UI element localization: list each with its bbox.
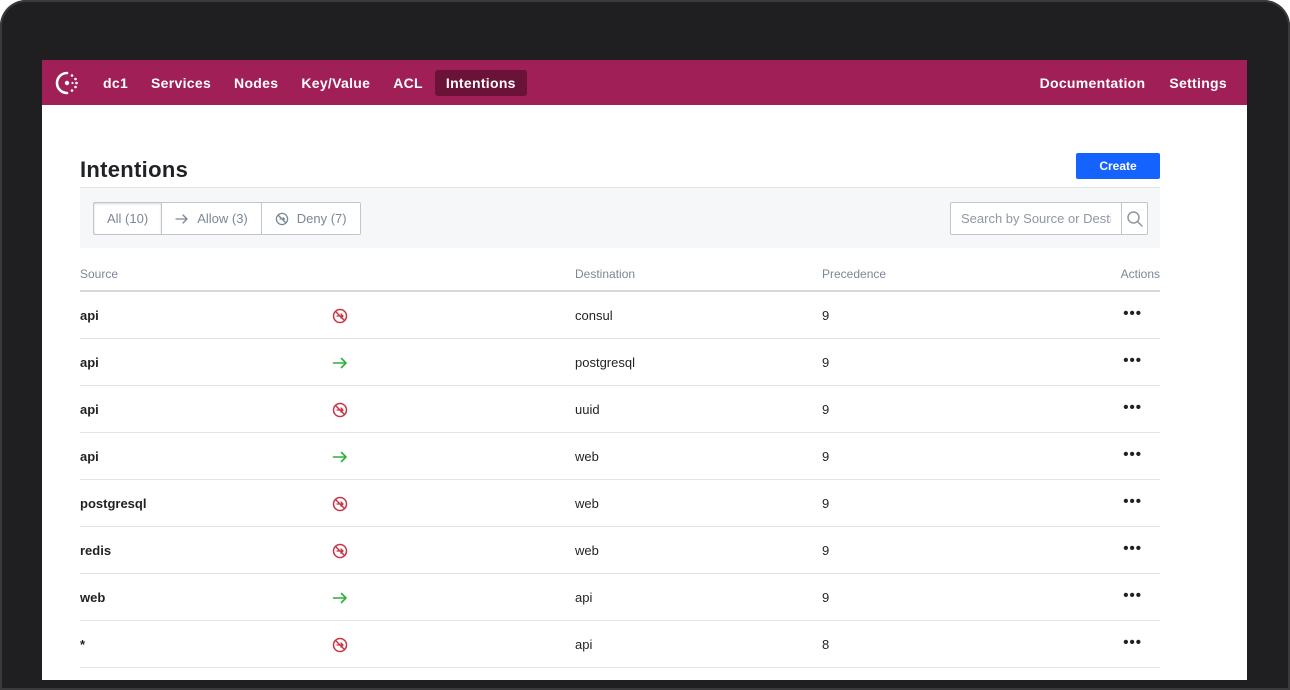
nav-item-services[interactable]: Services xyxy=(140,70,222,96)
table-row[interactable]: api postgresql 9 ••• xyxy=(80,339,1160,386)
row-source: * xyxy=(80,637,86,652)
row-precedence: 9 xyxy=(822,355,830,370)
table-row[interactable]: api web 9 ••• xyxy=(80,433,1160,480)
row-source: api xyxy=(80,355,99,370)
create-button[interactable]: Create xyxy=(1076,153,1160,179)
deny-icon xyxy=(275,212,289,226)
row-precedence: 9 xyxy=(822,449,830,464)
app-screen: dc1 Services Nodes Key/Value ACL Intenti… xyxy=(42,60,1247,680)
row-source: api xyxy=(80,402,99,417)
deny-icon xyxy=(332,543,348,559)
table-row[interactable]: web api 9 ••• xyxy=(80,574,1160,621)
header-actions: Actions xyxy=(1120,267,1160,281)
nav-item-nodes[interactable]: Nodes xyxy=(223,70,289,96)
table-row[interactable]: postgresql web 9 ••• xyxy=(80,480,1160,527)
nav-item-settings[interactable]: Settings xyxy=(1158,70,1238,96)
nav-item-intentions[interactable]: Intentions xyxy=(434,69,527,96)
row-destination: web xyxy=(575,543,599,558)
table-header: Source Destination Precedence Actions xyxy=(80,263,1160,292)
top-navigation: dc1 Services Nodes Key/Value ACL Intenti… xyxy=(42,60,1247,105)
more-actions-icon[interactable]: ••• xyxy=(1123,634,1142,651)
filter-bar: All (10) Allow (3) Deny (7) xyxy=(80,188,1160,248)
nav-item-acl[interactable]: ACL xyxy=(382,70,434,96)
consul-logo-icon[interactable] xyxy=(54,70,80,96)
row-precedence: 9 xyxy=(822,308,830,323)
row-destination: api xyxy=(575,637,593,652)
more-actions-icon[interactable]: ••• xyxy=(1123,446,1142,463)
table-body: api consul 9 ••• api postgresql 9 ••• api uuid 9 ••… xyxy=(80,292,1160,668)
row-destination: web xyxy=(575,496,599,511)
arrow-right-icon xyxy=(175,212,189,226)
row-destination: api xyxy=(575,590,593,605)
row-destination: uuid xyxy=(575,402,600,417)
row-precedence: 8 xyxy=(822,637,830,652)
nav-item-documentation[interactable]: Documentation xyxy=(1029,70,1157,96)
allow-arrow-icon xyxy=(332,449,348,465)
table-row[interactable]: api consul 9 ••• xyxy=(80,292,1160,339)
header-source: Source xyxy=(80,267,119,281)
filter-allow-label: Allow (3) xyxy=(197,211,248,226)
row-precedence: 9 xyxy=(822,496,830,511)
more-actions-icon[interactable]: ••• xyxy=(1123,587,1142,604)
row-destination: consul xyxy=(575,308,613,323)
page-title: Intentions xyxy=(80,157,189,182)
intentions-table: Source Destination Precedence Actions ap… xyxy=(80,263,1160,668)
row-source: redis xyxy=(80,543,112,558)
more-actions-icon[interactable]: ••• xyxy=(1123,540,1142,557)
row-precedence: 9 xyxy=(822,402,830,417)
deny-icon xyxy=(332,402,348,418)
nav-primary: dc1 Services Nodes Key/Value ACL Intenti… xyxy=(92,60,528,105)
search-input[interactable] xyxy=(951,203,1121,234)
header-precedence: Precedence xyxy=(822,267,887,281)
filter-all-label: All (10) xyxy=(107,211,149,226)
filter-all[interactable]: All (10) xyxy=(94,203,163,234)
more-actions-icon[interactable]: ••• xyxy=(1123,399,1142,416)
filter-deny-label: Deny (7) xyxy=(296,211,347,226)
nav-secondary: Documentation Settings xyxy=(1028,60,1239,105)
nav-item-key-value[interactable]: Key/Value xyxy=(290,70,381,96)
search-box xyxy=(950,202,1148,235)
allow-arrow-icon xyxy=(332,590,348,606)
search-button[interactable] xyxy=(1121,203,1147,234)
more-actions-icon[interactable]: ••• xyxy=(1123,305,1142,322)
deny-icon xyxy=(332,496,348,512)
row-source: postgresql xyxy=(80,496,147,511)
row-source: web xyxy=(80,590,106,605)
action-filter-group: All (10) Allow (3) Deny (7) xyxy=(93,202,361,235)
row-destination: web xyxy=(575,449,599,464)
datacenter-selector[interactable]: dc1 xyxy=(92,70,139,96)
row-precedence: 9 xyxy=(822,590,830,605)
table-row[interactable]: * api 8 ••• xyxy=(80,621,1160,668)
deny-icon xyxy=(332,308,348,324)
allow-arrow-icon xyxy=(332,355,348,371)
row-precedence: 9 xyxy=(822,543,830,558)
more-actions-icon[interactable]: ••• xyxy=(1123,493,1142,510)
row-destination: postgresql xyxy=(575,355,635,370)
laptop-frame: dc1 Services Nodes Key/Value ACL Intenti… xyxy=(0,0,1290,690)
row-source: api xyxy=(80,449,99,464)
table-row[interactable]: api uuid 9 ••• xyxy=(80,386,1160,433)
filter-deny[interactable]: Deny (7) xyxy=(262,203,360,234)
deny-icon xyxy=(332,637,348,653)
filter-allow[interactable]: Allow (3) xyxy=(162,203,262,234)
more-actions-icon[interactable]: ••• xyxy=(1123,352,1142,369)
row-source: api xyxy=(80,308,99,323)
search-icon xyxy=(1126,210,1143,227)
table-row[interactable]: redis web 9 ••• xyxy=(80,527,1160,574)
header-destination: Destination xyxy=(575,267,636,281)
